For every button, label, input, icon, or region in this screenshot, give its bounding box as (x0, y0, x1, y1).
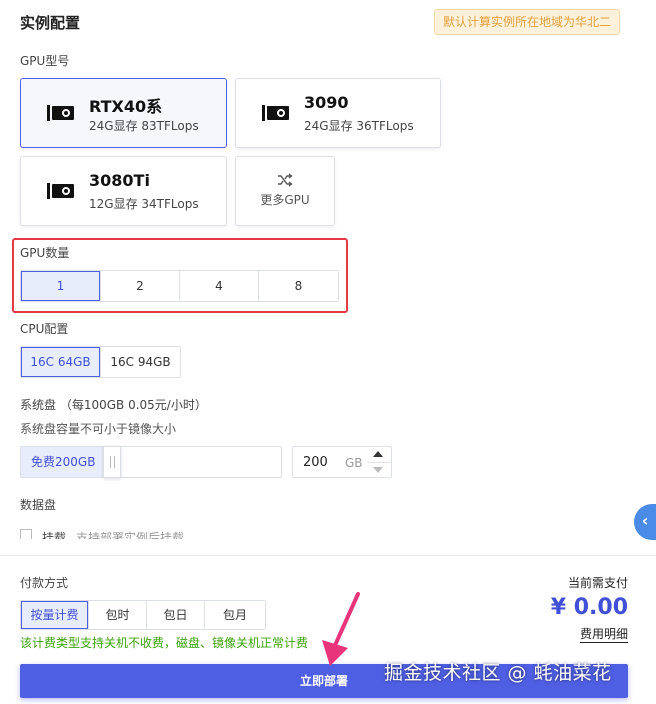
cpu-config-label: CPU配置 (20, 322, 69, 336)
increment-icon[interactable] (373, 451, 383, 457)
system-disk-size-value: 200 (303, 455, 328, 470)
payment-option-daily[interactable]: 包日 (147, 601, 205, 629)
page-title: 实例配置 (20, 14, 81, 32)
mount-hint: 支持部署实例后挂载 (76, 531, 185, 539)
more-gpu-label: 更多GPU (260, 193, 310, 207)
gpu-count-label: GPU数量 (20, 246, 70, 260)
decrement-icon[interactable] (373, 467, 383, 473)
data-disk-label: 数据盘 (20, 498, 57, 512)
gpu-card-icon (47, 183, 74, 199)
annotation-arrow-icon (322, 592, 360, 666)
price-detail-link[interactable]: 费用明细 (579, 627, 628, 643)
mount-label: 挂载 (42, 531, 67, 539)
gpu-card-spec: 24G显存 83TFLops (89, 119, 199, 133)
gpu-card-name: 3080Ti (89, 171, 150, 190)
slider-handle[interactable] (103, 446, 121, 478)
payment-option-pay-as-you-go[interactable]: 按量计费 (21, 601, 89, 629)
system-disk-size-input[interactable]: 200 GB (292, 446, 392, 478)
payment-option-monthly[interactable]: 包月 (205, 601, 265, 629)
system-disk-size-unit: GB (345, 456, 363, 470)
gpu-card-icon (262, 105, 289, 121)
payment-option-hourly[interactable]: 包时 (89, 601, 147, 629)
price-value: ¥ 0.00 (550, 595, 628, 620)
system-disk-slider[interactable]: 免费200GB (20, 446, 282, 478)
gpu-card-name: 3090 (304, 93, 349, 112)
gpu-card-spec: 12G显存 34TFLops (89, 197, 199, 211)
gpu-model-label: GPU型号 (20, 54, 70, 68)
region-notice-badge: 默认计算实例所在地域为华北二 (434, 9, 620, 35)
price-label: 当前需支付 (567, 576, 628, 590)
more-gpu-button[interactable]: 更多GPU (235, 156, 335, 226)
shuffle-icon (278, 173, 293, 187)
stepper-divider (367, 462, 391, 463)
cpu-config-selector: 16C 64GB 16C 94GB (20, 346, 181, 378)
gpu-count-option-1[interactable]: 1 (21, 271, 101, 301)
gpu-count-selector: 1 2 4 8 (20, 270, 339, 302)
gpu-card-icon (47, 105, 74, 121)
mount-checkbox[interactable] (20, 529, 32, 539)
gpu-card-spec: 24G显存 36TFLops (304, 119, 414, 133)
gpu-card-name: RTX40系 (89, 97, 163, 116)
system-disk-label: 系统盘 （每100GB 0.05元/小时） (20, 398, 207, 412)
gpu-count-option-2[interactable]: 2 (101, 271, 180, 301)
gpu-card-rtx40[interactable]: RTX40系 24G显存 83TFLops (20, 78, 227, 148)
payment-method-label: 付款方式 (20, 576, 69, 590)
footer-divider (0, 555, 656, 556)
gpu-card-3090[interactable]: 3090 24G显存 36TFLops (235, 78, 441, 148)
payment-method-selector: 按量计费 包时 包日 包月 (20, 600, 266, 630)
cpu-option-16c-94gb[interactable]: 16C 94GB (101, 347, 180, 377)
payment-note: 该计费类型支持关机不收费，磁盘、镜像关机正常计费 (20, 636, 309, 650)
chevron-left-icon[interactable]: ‹ (634, 504, 656, 540)
gpu-count-option-8[interactable]: 8 (259, 271, 338, 301)
data-disk-mount-row: 挂载 支持部署实例后挂载 (20, 529, 184, 539)
cpu-option-16c-64gb[interactable]: 16C 64GB (21, 347, 101, 377)
gpu-card-3080ti[interactable]: 3080Ti 12G显存 34TFLops (20, 156, 227, 226)
watermark-text: 掘金技术社区 @ 蚝油菜花 (384, 662, 612, 684)
system-disk-free-fill: 免费200GB (21, 447, 103, 477)
gpu-count-option-4[interactable]: 4 (180, 271, 259, 301)
system-disk-hint: 系统盘容量不可小于镜像大小 (20, 422, 177, 436)
